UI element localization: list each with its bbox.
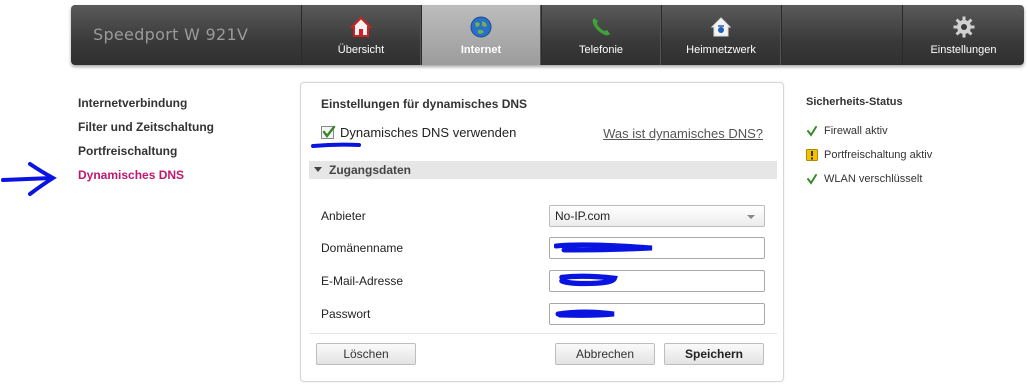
redaction-scribble-icon [555, 309, 615, 318]
panel-title: Einstellungen für dynamisches DNS [321, 97, 528, 111]
subnav-item-internetverbindung[interactable]: Internetverbindung [78, 95, 214, 119]
password-input[interactable] [549, 303, 765, 325]
status-item-label: Firewall aktiv [824, 125, 888, 137]
domain-input[interactable] [549, 237, 765, 259]
password-row: Passwort [321, 303, 765, 327]
status-item-portfreischaltung: Portfreischaltung aktiv [806, 143, 932, 167]
provider-row: Anbieter No-IP.com [321, 205, 765, 229]
panel-divider [309, 333, 777, 334]
email-row: E-Mail-Adresse [321, 270, 765, 294]
nav-tab-label: Telefonie [578, 44, 624, 56]
domain-label: Domänenname [321, 241, 404, 255]
provider-selected-value: No-IP.com [555, 209, 611, 223]
check-icon [322, 125, 336, 138]
dyndns-enable-label: Dynamisches DNS verwenden [340, 125, 517, 140]
chevron-down-icon [747, 215, 755, 219]
dyndns-help-link[interactable]: Was ist dynamisches DNS? [603, 126, 763, 141]
email-input[interactable] [549, 270, 765, 292]
sub-navigation: Internetverbindung Filter und Zeitschalt… [78, 95, 214, 191]
nav-tab-label: Heimnetzwerk [686, 44, 756, 56]
domain-row: Domänenname [321, 237, 765, 261]
provider-select[interactable]: No-IP.com [549, 205, 765, 227]
top-nav-bar: Speedport W 921V Übersicht Internet Tele… [71, 5, 1024, 65]
section-header-label: Zugangsdaten [329, 163, 412, 177]
annotation-underline-icon [311, 142, 361, 148]
password-label: Passwort [321, 307, 371, 321]
annotation-arrow-icon [1, 162, 57, 196]
nav-tab-label: Internet [460, 44, 502, 56]
nav-tab-telefonie[interactable]: Telefonie [541, 5, 661, 65]
home-icon [349, 15, 373, 39]
subnav-item-filter[interactable]: Filter und Zeitschaltung [78, 119, 214, 143]
status-item-label: WLAN verschlüsselt [824, 173, 923, 185]
check-icon [806, 173, 818, 185]
nav-tab-einstellungen[interactable]: Einstellungen [902, 5, 1024, 65]
delete-button[interactable]: Löschen [316, 343, 416, 365]
nav-tab-internet[interactable]: Internet [421, 5, 541, 65]
nav-tab-uebersicht[interactable]: Übersicht [301, 5, 421, 65]
subnav-item-portfreischaltung[interactable]: Portfreischaltung [78, 143, 214, 167]
provider-label: Anbieter [321, 209, 366, 223]
security-status: Sicherheits-Status Firewall aktiv Portfr… [806, 96, 932, 191]
save-button[interactable]: Speichern [664, 343, 764, 365]
dyndns-enable-row: Dynamisches DNS verwenden [321, 125, 516, 140]
subnav-item-dynamisches-dns[interactable]: Dynamisches DNS [78, 167, 214, 191]
warning-icon [806, 149, 818, 161]
collapse-triangle-icon [314, 167, 322, 172]
nav-tab-heimnetzwerk[interactable]: Heimnetzwerk [661, 5, 781, 65]
cancel-button[interactable]: Abbrechen [555, 343, 655, 365]
home-network-icon [709, 15, 733, 39]
gear-icon [952, 15, 976, 39]
globe-icon [469, 15, 493, 39]
nav-tab-label: Übersicht [337, 44, 385, 56]
redaction-scribble-icon [554, 242, 653, 253]
status-item-label: Portfreischaltung aktiv [824, 149, 933, 161]
dyndns-enable-checkbox[interactable] [321, 125, 336, 139]
nav-tab-label: Einstellungen [930, 44, 997, 56]
brand-title: Speedport W 921V [93, 25, 249, 44]
status-item-wlan: WLAN verschlüsselt [806, 167, 932, 191]
section-header-zugangsdaten[interactable]: Zugangsdaten [309, 161, 777, 179]
check-icon [806, 125, 818, 137]
phone-icon [589, 15, 613, 39]
nav-spacer [781, 5, 902, 65]
email-label: E-Mail-Adresse [321, 274, 404, 288]
security-status-title: Sicherheits-Status [806, 96, 903, 108]
redaction-scribble-icon [559, 273, 618, 287]
status-item-firewall: Firewall aktiv [806, 119, 932, 143]
dyndns-settings-panel: Einstellungen für dynamisches DNS Dynami… [300, 82, 784, 382]
